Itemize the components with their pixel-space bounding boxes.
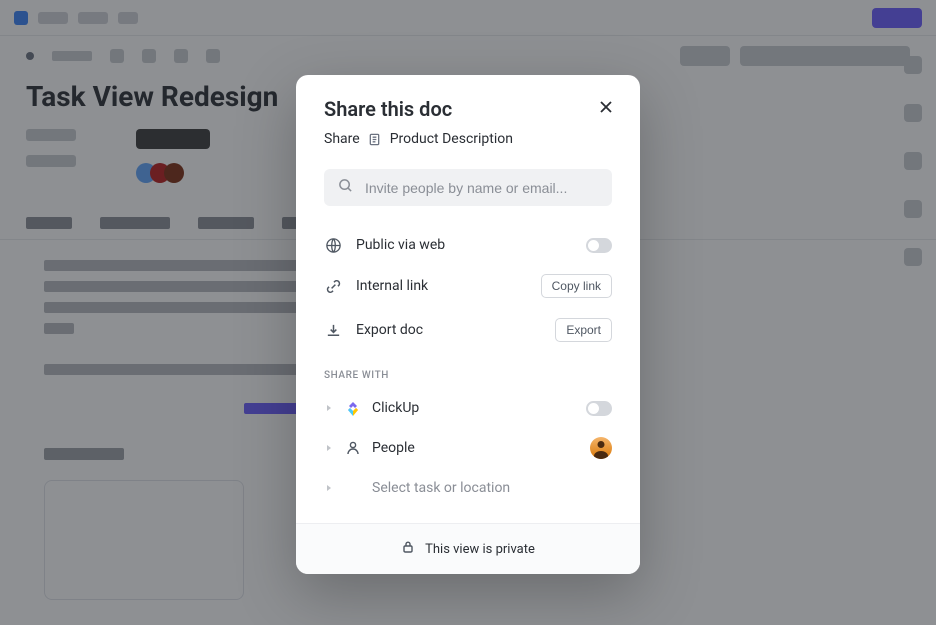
modal-overlay[interactable]: Share this doc Share Product Description [0, 0, 936, 625]
globe-icon [324, 236, 342, 254]
public-toggle[interactable] [586, 238, 612, 253]
export-label: Export doc [356, 322, 541, 338]
share-prefix: Share [324, 131, 360, 147]
download-icon [324, 321, 342, 339]
internal-link-row: Internal link Copy link [296, 264, 640, 308]
export-button[interactable]: Export [555, 318, 612, 342]
close-icon [599, 100, 613, 114]
invite-search[interactable] [324, 169, 612, 206]
doc-name: Product Description [390, 131, 513, 147]
link-icon [324, 277, 342, 295]
clickup-label: ClickUp [372, 400, 576, 416]
modal-footer: This view is private [296, 523, 640, 574]
caret-right-icon [324, 404, 334, 412]
person-icon [344, 439, 362, 457]
search-icon [338, 178, 353, 197]
public-web-row: Public via web [296, 226, 640, 264]
share-people-row[interactable]: People [296, 427, 640, 469]
share-modal: Share this doc Share Product Description [296, 75, 640, 574]
footer-text: This view is private [425, 542, 535, 557]
share-with-label: SHARE WITH [296, 352, 640, 389]
people-label: People [372, 440, 580, 456]
lock-icon [401, 540, 415, 558]
caret-right-icon [324, 484, 334, 492]
invite-input[interactable] [365, 180, 598, 196]
copy-link-button[interactable]: Copy link [541, 274, 612, 298]
select-task-label: Select task or location [372, 480, 612, 496]
clickup-toggle[interactable] [586, 401, 612, 416]
clickup-icon [344, 399, 362, 417]
modal-title: Share this doc [324, 97, 612, 121]
close-button[interactable] [596, 97, 616, 117]
user-avatar[interactable] [590, 437, 612, 459]
internal-label: Internal link [356, 278, 527, 294]
doc-icon [368, 132, 382, 146]
modal-subtitle: Share Product Description [324, 131, 612, 147]
public-label: Public via web [356, 237, 572, 253]
share-clickup-row[interactable]: ClickUp [296, 389, 640, 427]
caret-right-icon [324, 444, 334, 452]
export-row: Export doc Export [296, 308, 640, 352]
select-task-row[interactable]: Select task or location [296, 469, 640, 507]
